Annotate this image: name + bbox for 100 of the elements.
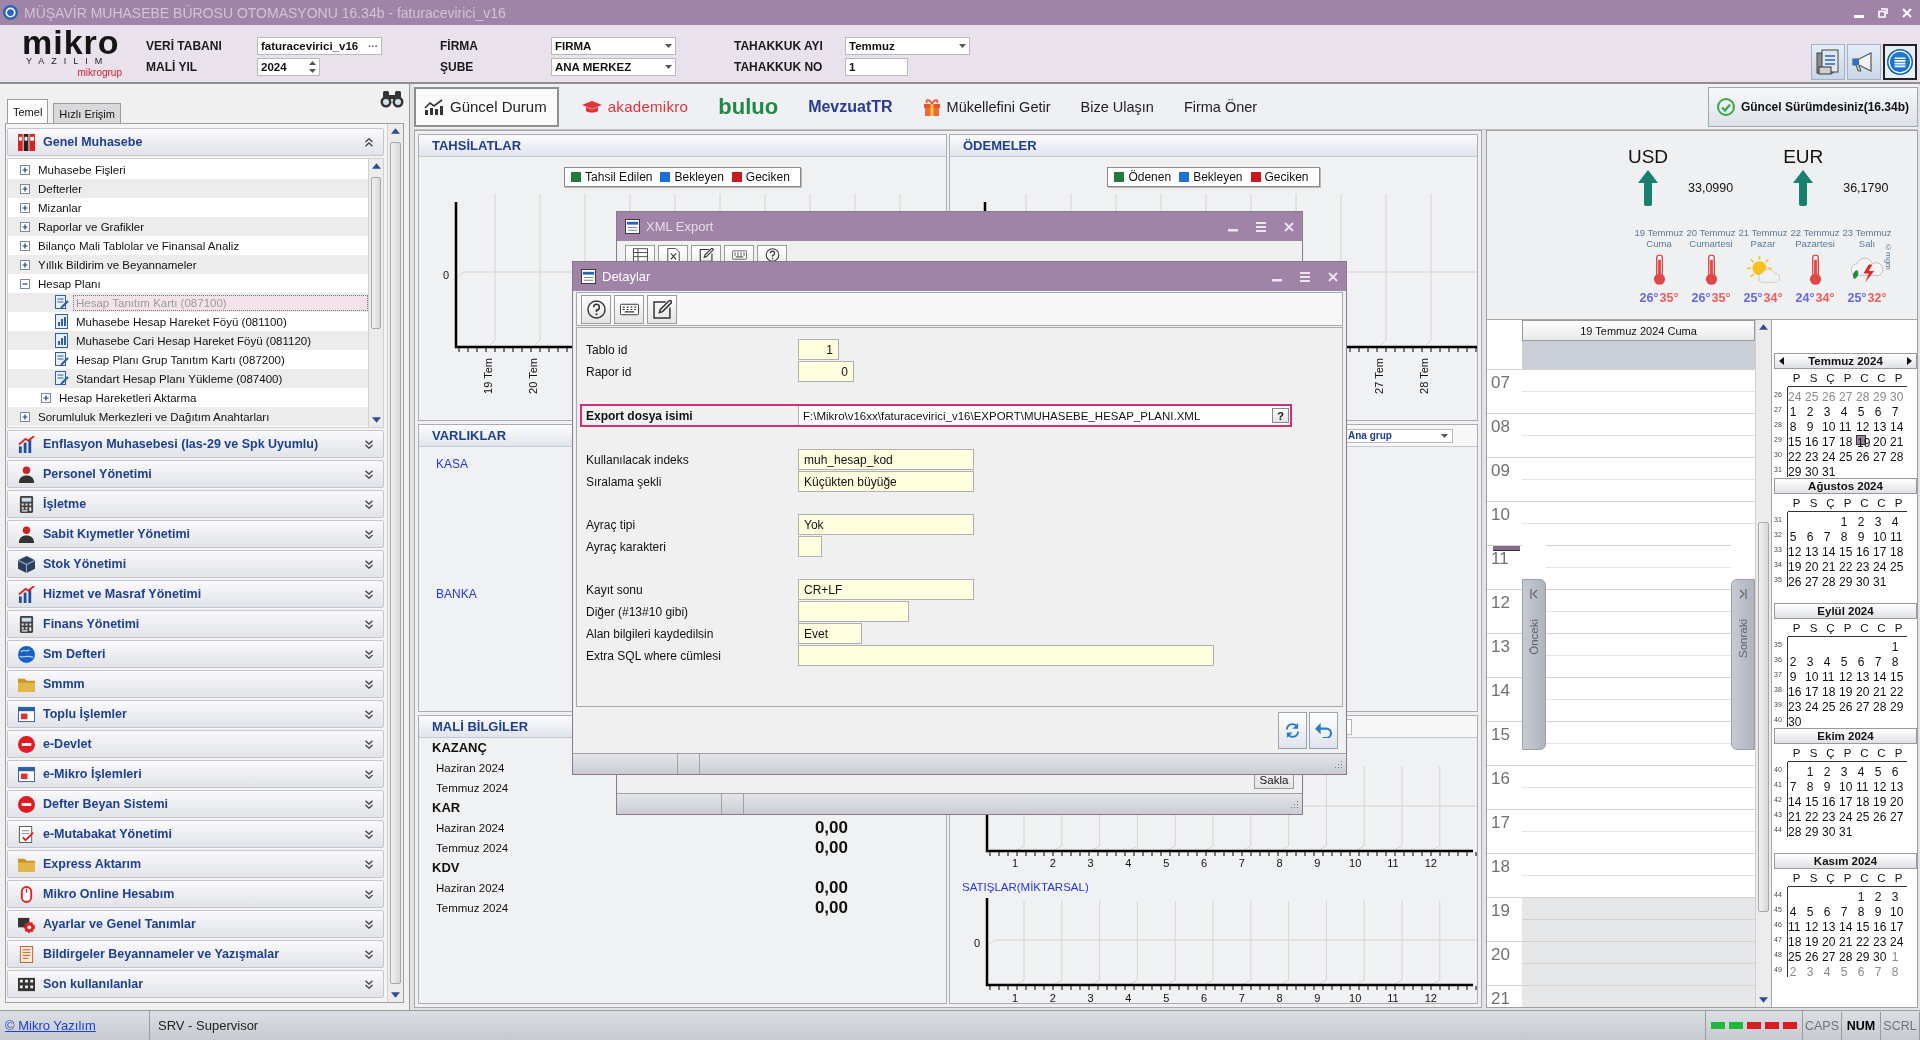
calendar-day[interactable]: 6 — [1890, 764, 1900, 775]
calendar-day[interactable]: 2 — [1788, 654, 1798, 665]
close-icon[interactable] — [1328, 271, 1338, 282]
calendar-day[interactable]: 2 — [1805, 404, 1815, 415]
calendar-day[interactable]: 6 — [1805, 529, 1815, 540]
calendar-day[interactable]: 5 — [1805, 904, 1815, 915]
tree-item[interactable]: Muhasebe Hesap Hareket Föyü (081100) — [73, 313, 290, 330]
calendar-day[interactable]: 6 — [1856, 654, 1866, 665]
calendar-day[interactable]: 1 — [1890, 639, 1900, 650]
plus-box-icon[interactable] — [20, 202, 30, 213]
dropdown[interactable]: FIRMA — [551, 37, 676, 55]
calendar-day[interactable]: 5 — [1873, 764, 1883, 775]
calendar-day[interactable]: 9 — [1788, 669, 1798, 680]
calendar-day[interactable]: 8 — [1890, 964, 1900, 975]
input-field[interactable]: 1 — [798, 339, 839, 360]
browse-button[interactable]: ··· — [368, 40, 378, 52]
file-path-field[interactable]: F:\Mikro\v16xx\faturacevirici_v16\EXPORT\MUHASEBE_HESAP_PLANI.XML ? — [798, 406, 1290, 425]
documents-button[interactable] — [1811, 44, 1845, 80]
toolbar-link[interactable]: Bize Ulaşın — [1073, 88, 1161, 125]
calendar-day[interactable]: 3 — [1805, 654, 1815, 665]
section-header[interactable]: Stok Yönetimi — [7, 550, 384, 578]
calendar-day[interactable]: 8 — [1856, 904, 1866, 915]
calendar-day[interactable]: 7 — [1788, 779, 1798, 790]
tab[interactable]: Temel — [7, 99, 49, 123]
scrollbar-thumb[interactable] — [390, 142, 401, 984]
input-field[interactable]: Yok — [798, 514, 974, 535]
input-field[interactable]: muh_hesap_kod — [798, 449, 974, 470]
scrollbar-thumb[interactable] — [1758, 522, 1769, 912]
keyboard-button[interactable] — [614, 294, 644, 324]
section-header[interactable]: e-Devlet — [7, 730, 384, 758]
triangle-left-icon[interactable] — [1779, 357, 1784, 365]
calendar-day[interactable]: 5 — [1839, 654, 1849, 665]
calendar-day[interactable]: 1 — [1805, 764, 1815, 775]
calendar-day[interactable]: 11 — [1839, 419, 1849, 430]
section-header[interactable]: Genel Muhasebe — [7, 128, 384, 156]
menu-button[interactable] — [1883, 44, 1917, 80]
input-field[interactable]: Küçükten büyüğe — [798, 471, 974, 492]
toolbar-link[interactable]: Mükellefini Getir — [915, 88, 1058, 125]
plus-box-icon[interactable] — [20, 221, 30, 232]
edit-button[interactable] — [647, 294, 677, 324]
calendar-day[interactable]: 1 — [1788, 404, 1798, 415]
section-header[interactable]: e-Mutabakat Yönetimi — [7, 820, 384, 848]
plus-box-icon[interactable] — [20, 411, 30, 422]
logo-link[interactable]: akademikro — [574, 88, 696, 125]
calendar-day[interactable]: 4 — [1890, 514, 1900, 525]
tab[interactable]: Güncel Durum — [414, 86, 559, 127]
section-header[interactable]: Enflasyon Muhasebesi (Ias-29 ve Spk Uyumlu) — [7, 430, 384, 458]
calendar-day[interactable]: 7 — [1839, 904, 1849, 915]
triangle-up-icon[interactable] — [391, 128, 400, 134]
triangle-down-icon[interactable] — [371, 417, 381, 423]
section-header[interactable]: e-Mikro İşlemleri — [7, 760, 384, 788]
plus-box-icon[interactable] — [41, 392, 51, 403]
input-field[interactable] — [798, 645, 1214, 666]
tree-item[interactable]: Mizanlar — [35, 199, 85, 216]
dropdown[interactable]: ANA MERKEZ — [551, 58, 676, 76]
calendar-day[interactable]: 9 — [1873, 904, 1883, 915]
spin-arrows-icon[interactable] — [309, 61, 316, 73]
input-field[interactable]: 0 — [798, 361, 854, 382]
section-header[interactable]: Hizmet ve Masraf Yönetimi — [7, 580, 384, 608]
calendar-day[interactable]: 11 — [1788, 919, 1798, 930]
maximize-icon[interactable] — [1256, 221, 1266, 232]
section-header[interactable]: Finans Yönetimi — [7, 610, 384, 638]
close-icon[interactable] — [1284, 221, 1294, 232]
browse-button[interactable]: ? — [1272, 408, 1289, 423]
calendar-day[interactable]: 3 — [1873, 514, 1883, 525]
calendar-day[interactable]: 1 — [1839, 514, 1849, 525]
calendar-day[interactable]: 5 — [1788, 529, 1798, 540]
section-header[interactable]: Mikro Online Hesabım — [7, 880, 384, 908]
calendar-day[interactable]: 8 — [1805, 779, 1815, 790]
help-button[interactable] — [581, 294, 611, 324]
restore-icon[interactable] — [1878, 7, 1888, 18]
section-header[interactable]: Defter Beyan Sistemi — [7, 790, 384, 818]
calendar-day[interactable]: 2 — [1856, 514, 1866, 525]
day-header[interactable]: 19 Temmuz 2024 Cuma — [1522, 320, 1755, 341]
triangle-down-icon[interactable] — [1759, 997, 1768, 1003]
scrollbar[interactable] — [387, 124, 403, 1002]
section-header[interactable]: Sm Defteri — [7, 640, 384, 668]
triangle-up-icon[interactable] — [371, 163, 381, 169]
input-field[interactable] — [798, 601, 909, 622]
logo-link[interactable]: MevzuatTR — [801, 88, 900, 125]
calendar-day[interactable]: 4 — [1822, 654, 1832, 665]
plus-box-icon[interactable] — [20, 240, 30, 251]
logo-link[interactable]: buluo — [711, 88, 786, 125]
calendar-day[interactable]: 3 — [1822, 404, 1832, 415]
calendar-day[interactable]: 7 — [1890, 404, 1900, 415]
calendar-day[interactable]: 9 — [1805, 419, 1815, 430]
section-header[interactable]: Toplu İşlemler — [7, 700, 384, 728]
binoculars-icon[interactable] — [380, 90, 404, 108]
calendar-day[interactable]: 9 — [1822, 779, 1832, 790]
calendar-day[interactable]: 6 — [1856, 964, 1866, 975]
input-field[interactable] — [798, 536, 822, 557]
calendar-day[interactable]: 1 — [1856, 889, 1866, 900]
scrollbar[interactable] — [368, 159, 383, 427]
calendar-day[interactable]: 3 — [1890, 889, 1900, 900]
calendar-day[interactable]: 2 — [1822, 764, 1832, 775]
section-header[interactable]: İşletme — [7, 490, 384, 518]
calendar-day[interactable]: 2 — [1873, 889, 1883, 900]
calendar-day[interactable]: 8 — [1839, 529, 1849, 540]
tree-item[interactable]: Hesap Hareketleri Aktarma — [56, 389, 200, 406]
calendar-day[interactable]: 4 — [1788, 904, 1798, 915]
